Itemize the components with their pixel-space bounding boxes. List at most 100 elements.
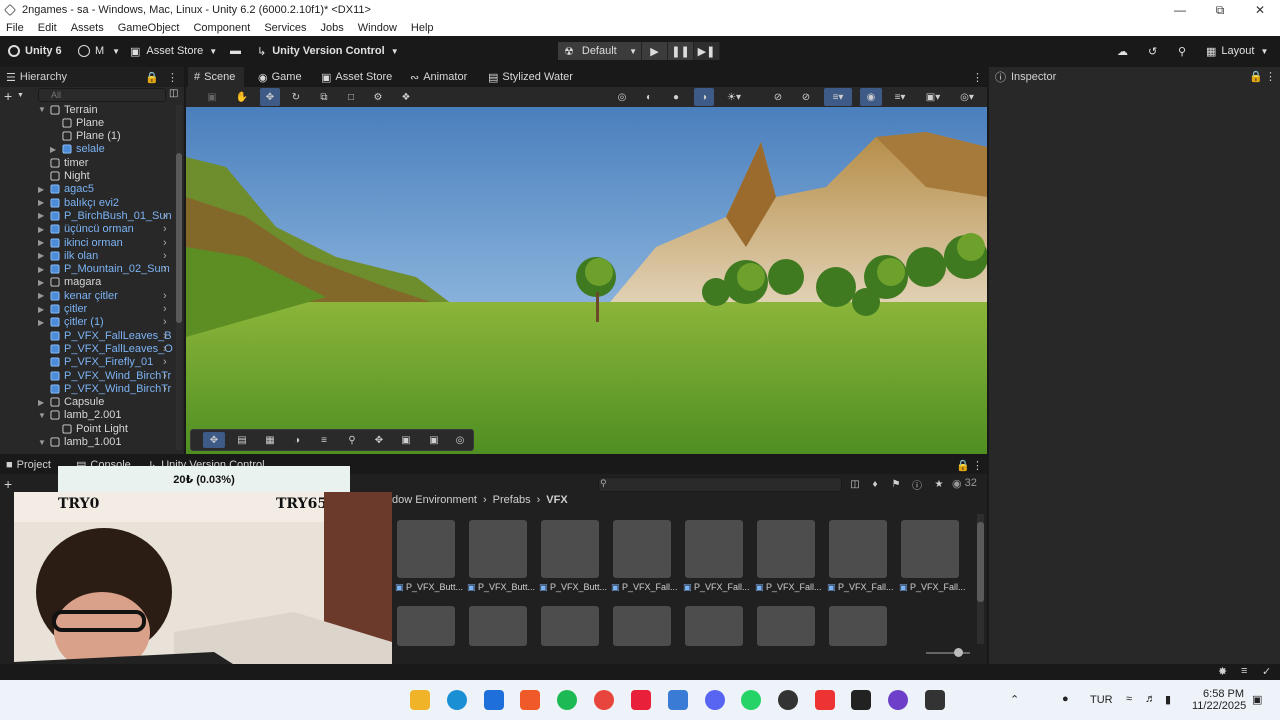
menu-help[interactable]: Help [411, 22, 434, 34]
hierarchy-item[interactable]: ▶ magara [38, 276, 101, 289]
volume-icon[interactable]: ♬ [1145, 693, 1156, 705]
zoom-slider[interactable] [926, 648, 970, 657]
debug-icon[interactable]: ✸ [1218, 665, 1227, 678]
grid-snap-icon[interactable]: ▦ [261, 432, 279, 448]
pivot-icon[interactable]: ◐ [641, 89, 657, 105]
chevron-right-icon[interactable]: › [163, 382, 167, 395]
lock-icon[interactable]: 🔒 [956, 459, 970, 472]
layers-status-icon[interactable]: ≡ [1241, 665, 1247, 677]
shading-icon[interactable]: ● [668, 89, 684, 105]
unity-account-button[interactable]: Unity 6 [8, 41, 62, 61]
hierarchy-item[interactable]: P_VFX_Wind_BirchTr [50, 369, 171, 382]
asset-thumbnail[interactable] [757, 520, 815, 578]
pause-button[interactable]: ❚❚ [668, 42, 694, 60]
tab-scene[interactable]: # Scene [188, 67, 244, 87]
layout-dropdown[interactable]: ▦ Layout ▼ [1206, 41, 1268, 61]
hierarchy-item[interactable]: P_VFX_FallLeaves_B [50, 329, 172, 342]
scroll-thumb[interactable] [977, 522, 984, 602]
tab-project[interactable]: ■ Project [6, 459, 51, 471]
filter-type-icon[interactable]: ◫ [848, 477, 862, 491]
chevron-right-icon[interactable]: › [163, 329, 167, 342]
asset-label[interactable]: ▣ P_VFX_Fall... [827, 582, 894, 593]
asset-thumbnail[interactable] [685, 606, 743, 646]
hierarchy-item[interactable]: Point Light [62, 422, 128, 435]
cloud-icon[interactable]: ☁ [1117, 41, 1128, 61]
hierarchy-item[interactable]: ▶ P_BirchBush_01_Sun [38, 209, 172, 222]
hierarchy-item[interactable]: ▶ üçüncü orman [38, 223, 134, 236]
asset-thumbnail[interactable] [613, 606, 671, 646]
filter-label-icon[interactable]: ♦ [868, 477, 882, 491]
rect-tool-icon[interactable]: □ [343, 89, 359, 105]
chevron-right-icon[interactable]: › [163, 209, 167, 222]
unity-icon[interactable] [925, 690, 945, 710]
zoom-icon[interactable]: ⚲ [343, 432, 361, 448]
play-button[interactable]: ▶ [642, 42, 668, 60]
chevron-right-icon[interactable]: › [163, 236, 167, 249]
expand-right-icon[interactable]: ▶ [38, 198, 44, 207]
asset-label[interactable]: ▣ P_VFX_Fall... [899, 582, 966, 593]
hierarchy-item[interactable]: P_VFX_Wind_BirchTr [50, 382, 171, 395]
scene-more-icon[interactable]: ⋮ [972, 67, 983, 87]
lighting-icon[interactable]: ☀▾ [722, 89, 746, 105]
hierarchy-item[interactable]: P_VFX_Firefly_01 [50, 356, 153, 369]
hierarchy-item[interactable]: P_VFX_FallLeaves_O [50, 342, 173, 355]
asset-thumbnail[interactable] [613, 520, 671, 578]
tag-icon[interactable]: ⚑ [889, 477, 903, 491]
chrome-icon[interactable] [594, 690, 614, 710]
filter-icon[interactable]: ◫ [169, 88, 178, 99]
asset-thumbnail[interactable] [829, 606, 887, 646]
minimize-button[interactable]: — [1160, 0, 1200, 20]
scene-viewport[interactable]: ✥ ▤ ▦ ◑ ≡ ⚲ ✥ ▣ ▣ ◎ [186, 107, 987, 454]
asset-thumbnail[interactable] [469, 520, 527, 578]
asset-thumbnail[interactable] [397, 520, 455, 578]
menu-edit[interactable]: Edit [38, 22, 57, 34]
clock[interactable]: 6:58 PM 11/22/2025 [1192, 688, 1246, 712]
hierarchy-item[interactable]: ▼ Terrain [38, 103, 98, 116]
custom-tool-icon[interactable]: ❖ [398, 89, 414, 105]
chevron-right-icon[interactable]: › [163, 263, 167, 276]
menu-services[interactable]: Services [264, 22, 306, 34]
asset-thumbnail[interactable] [757, 606, 815, 646]
expand-right-icon[interactable]: ▶ [50, 145, 56, 154]
zoom-slider-thumb[interactable] [954, 648, 963, 657]
expand-right-icon[interactable]: ▶ [38, 211, 44, 220]
more-icon[interactable]: ⋮ [972, 459, 983, 472]
search-icon[interactable]: ⚲ [1178, 41, 1186, 61]
tab-asset-store[interactable]: ▣ Asset Store [321, 67, 392, 87]
breadcrumb-item[interactable]: dow Environment [392, 494, 477, 506]
hierarchy-item[interactable]: ▶ balıkçı evi2 [38, 196, 119, 209]
language-indicator[interactable]: TUR [1090, 694, 1113, 706]
spotify-icon[interactable] [557, 690, 577, 710]
asset-thumbnail[interactable] [541, 520, 599, 578]
asset-thumbnail[interactable] [685, 520, 743, 578]
lock-icon[interactable]: 🔒 [1249, 70, 1263, 83]
asset-thumbnail[interactable] [829, 520, 887, 578]
hierarchy-item[interactable]: ▶ P_Mountain_02_Sum [38, 263, 170, 276]
more-icon[interactable]: ⋮ [167, 71, 178, 84]
asset-thumbnail[interactable] [901, 520, 959, 578]
project-scrollbar[interactable] [977, 514, 984, 644]
hierarchy-item[interactable]: Night [50, 170, 90, 183]
move-tool-icon[interactable]: ✥ [260, 88, 280, 106]
star-icon[interactable]: ★ [932, 477, 946, 491]
asset-label[interactable]: ▣ P_VFX_Butt... [539, 582, 607, 593]
hierarchy-search-input[interactable] [38, 88, 166, 102]
add-icon[interactable]: + [4, 476, 12, 492]
hand-tool-icon[interactable]: ✋ [234, 89, 250, 105]
tool-settings-icon[interactable]: ▤ [233, 432, 251, 448]
pan-icon[interactable]: ✥ [370, 432, 388, 448]
hidden-count[interactable]: ◉ 32 [952, 477, 977, 490]
whatsapp-icon[interactable] [741, 690, 761, 710]
info-icon[interactable]: ⓘ [910, 477, 924, 492]
audio-mute-icon[interactable]: ⊘ [770, 89, 786, 105]
uvc-dropdown[interactable]: ↳ Unity Version Control ▼ [257, 41, 399, 61]
view-cube-icon[interactable]: ▣ [204, 89, 220, 105]
transform-tool-icon[interactable]: ⚙ [370, 89, 386, 105]
menu-file[interactable]: File [6, 22, 24, 34]
expand-right-icon[interactable]: ▶ [38, 398, 44, 407]
hierarchy-item[interactable]: ▶ ikinci orman [38, 236, 123, 249]
app-icon[interactable] [815, 690, 835, 710]
expand-right-icon[interactable]: ▶ [38, 291, 44, 300]
app-icon[interactable] [668, 690, 688, 710]
chevron-right-icon[interactable]: › [163, 223, 167, 236]
